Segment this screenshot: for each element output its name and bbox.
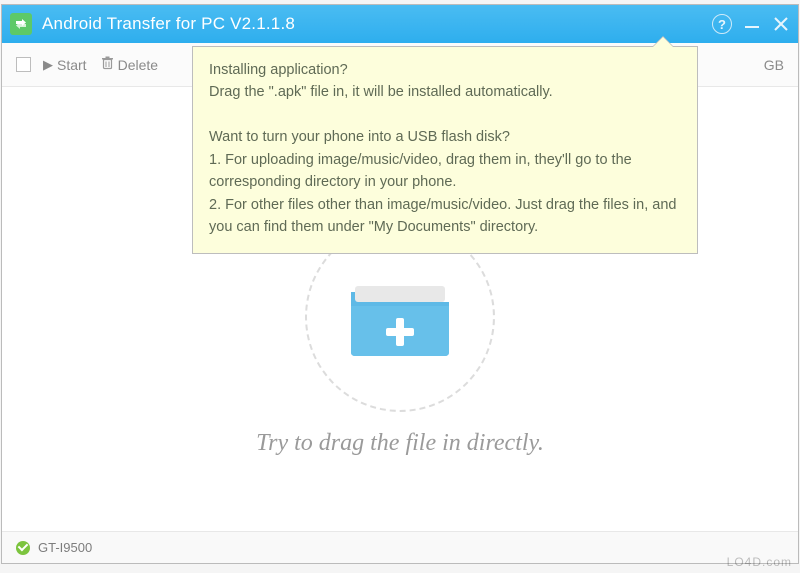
- device-name: GT-I9500: [38, 540, 92, 555]
- statusbar: GT-I9500: [2, 531, 798, 563]
- drop-zone[interactable]: Try to drag the file in directly.: [256, 222, 544, 457]
- tooltip-line: Want to turn your phone into a USB flash…: [209, 126, 681, 148]
- status-connected-icon: [16, 541, 30, 555]
- play-icon: ▶: [43, 57, 53, 73]
- minimize-button[interactable]: [744, 16, 760, 32]
- app-icon: [10, 13, 32, 35]
- delete-button[interactable]: Delete: [101, 56, 158, 73]
- tooltip-line: Installing application?: [209, 59, 681, 81]
- start-label: Start: [57, 57, 87, 73]
- help-button[interactable]: ?: [712, 14, 732, 34]
- app-title: Android Transfer for PC V2.1.1.8: [42, 14, 712, 34]
- drop-text: Try to drag the file in directly.: [256, 430, 544, 457]
- free-space-readout: GB: [764, 57, 784, 73]
- folder-plus-icon: [345, 272, 455, 362]
- select-all-checkbox[interactable]: [16, 57, 31, 72]
- titlebar: Android Transfer for PC V2.1.1.8 ?: [2, 5, 798, 43]
- help-tooltip: Installing application? Drag the ".apk" …: [192, 46, 698, 254]
- tooltip-line: 2. For other files other than image/musi…: [209, 194, 681, 239]
- tooltip-line: Drag the ".apk" file in, it will be inst…: [209, 81, 681, 103]
- tooltip-line: 1. For uploading image/music/video, drag…: [209, 149, 681, 194]
- close-button[interactable]: [772, 15, 790, 33]
- watermark: LO4D.com: [727, 555, 792, 569]
- start-button[interactable]: ▶ Start: [43, 57, 87, 73]
- app-window: Android Transfer for PC V2.1.1.8 ? ▶ Sta…: [1, 4, 799, 564]
- trash-icon: [101, 56, 114, 73]
- titlebar-controls: ?: [712, 14, 790, 34]
- delete-label: Delete: [118, 57, 158, 73]
